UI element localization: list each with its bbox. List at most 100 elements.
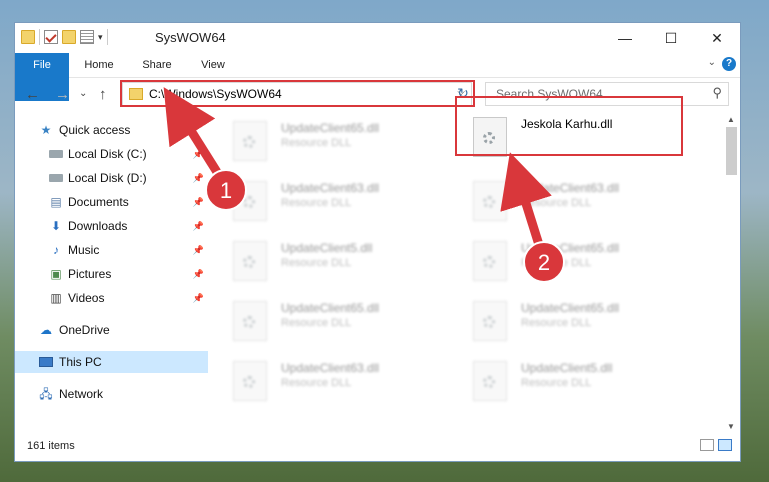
file-name: UpdateClient63.dll [281, 361, 380, 375]
sidebar-item-local-disk-d[interactable]: Local Disk (D:) 📌 [15, 167, 208, 189]
vertical-scrollbar[interactable]: ▲ ▼ [723, 113, 740, 433]
pin-icon[interactable]: 📌 [193, 167, 204, 189]
cloud-icon: ☁ [40, 323, 52, 337]
dll-file-icon [233, 361, 267, 401]
navigation-pane: ★ Quick access Local Disk (C:) 📌 Local D… [15, 113, 208, 433]
scroll-up-arrow-icon[interactable]: ▲ [727, 115, 735, 124]
file-type: Resource DLL [281, 377, 352, 389]
pin-icon[interactable]: 📌 [193, 287, 204, 309]
expand-ribbon-chevron-icon[interactable]: ⌄ [708, 57, 716, 68]
file-name: UpdateClient63.dll [521, 181, 620, 195]
sidebar-item-videos[interactable]: ▥ Videos 📌 [15, 287, 208, 309]
sidebar-item-local-disk-c[interactable]: Local Disk (C:) 📌 [15, 143, 208, 165]
dll-file-icon [473, 241, 507, 281]
minimize-button[interactable]: — [602, 23, 648, 53]
sidebar-item-label: Pictures [68, 267, 112, 281]
dll-file-icon [473, 181, 507, 221]
sidebar-item-network[interactable]: 🖧 Network [15, 383, 208, 405]
customize-toolbar-arrow-icon[interactable]: ▾ [98, 32, 103, 43]
close-button[interactable]: ✕ [694, 23, 740, 53]
sidebar-item-music[interactable]: ♪ Music 📌 [15, 239, 208, 261]
item-count: 161 items [27, 440, 75, 452]
tab-home[interactable]: Home [77, 53, 121, 77]
list-item[interactable]: UpdateClient65.dll Resource DLL [233, 299, 453, 347]
properties-icon[interactable] [80, 30, 94, 44]
file-type: Resource DLL [281, 257, 352, 269]
documents-icon: ▤ [50, 195, 62, 209]
sidebar-item-label: This PC [59, 355, 102, 369]
list-item[interactable]: UpdateClient65.dll Resource DLL [473, 239, 693, 287]
sidebar-item-documents[interactable]: ▤ Documents 📌 [15, 191, 208, 213]
list-item[interactable]: UpdateClient5.dll Resource DLL [233, 239, 453, 287]
target-file-highlight-box [455, 96, 683, 156]
search-icon[interactable]: ⚲ [712, 85, 722, 101]
sidebar-item-this-pc[interactable]: This PC [15, 351, 208, 373]
scrollbar-thumb[interactable] [726, 127, 737, 175]
file-type: Resource DLL [521, 377, 592, 389]
explorer-window: ▾ SysWOW64 — ☐ ✕ File Home Share View ⌄ … [14, 22, 741, 462]
new-folder-icon[interactable] [62, 30, 76, 44]
list-item[interactable]: UpdateClient5.dll Resource DLL [473, 359, 693, 407]
address-highlight-box [120, 80, 475, 107]
file-name: UpdateClient5.dll [521, 361, 613, 375]
sidebar-item-label: OneDrive [59, 323, 110, 337]
dll-file-icon [233, 121, 267, 161]
file-type: Resource DLL [521, 317, 592, 329]
list-item[interactable]: UpdateClient63.dll Resource DLL [473, 179, 693, 227]
back-button[interactable]: ← [25, 86, 40, 103]
computer-icon [39, 357, 53, 367]
file-name: UpdateClient65.dll [281, 301, 380, 315]
tab-share[interactable]: Share [133, 53, 181, 77]
file-name: UpdateClient65.dll [521, 301, 620, 315]
sidebar-item-pictures[interactable]: ▣ Pictures 📌 [15, 263, 208, 285]
pin-icon[interactable]: 📌 [193, 263, 204, 285]
maximize-button[interactable]: ☐ [648, 23, 694, 53]
large-icons-view-icon[interactable] [718, 439, 732, 451]
properties-check-icon[interactable] [44, 30, 58, 44]
disk-icon [49, 174, 63, 182]
file-type: Resource DLL [281, 197, 352, 209]
folder-icon[interactable] [21, 30, 35, 44]
file-type: Resource DLL [521, 197, 592, 209]
scroll-down-arrow-icon[interactable]: ▼ [727, 422, 735, 431]
sidebar-item-label: Music [68, 243, 100, 257]
tab-view[interactable]: View [193, 53, 233, 77]
file-type: Resource DLL [281, 137, 352, 149]
list-item[interactable]: UpdateClient65.dll Resource DLL [473, 299, 693, 347]
list-item[interactable]: UpdateClient63.dll Resource DLL [233, 179, 453, 227]
file-name: UpdateClient65.dll [281, 121, 380, 135]
dll-file-icon [473, 361, 507, 401]
pin-icon[interactable]: 📌 [193, 191, 204, 213]
videos-icon: ▥ [50, 291, 62, 305]
sidebar-item-label: Videos [68, 291, 105, 305]
toolbar-divider [39, 29, 40, 45]
forward-button[interactable]: → [55, 86, 70, 103]
pin-icon[interactable]: 📌 [193, 143, 204, 165]
dll-file-icon [233, 301, 267, 341]
sidebar-item-label: Local Disk (C:) [68, 147, 147, 161]
quick-access-toolbar: ▾ [21, 29, 108, 45]
list-item[interactable]: UpdateClient65.dll Resource DLL [233, 119, 453, 167]
list-item[interactable]: UpdateClient63.dll Resource DLL [233, 359, 453, 407]
file-type: Resource DLL [521, 257, 592, 269]
help-icon[interactable]: ? [722, 57, 736, 71]
pin-icon[interactable]: 📌 [193, 215, 204, 237]
pictures-icon: ▣ [50, 267, 62, 281]
download-icon: ⬇ [50, 219, 62, 233]
sidebar-item-label: Documents [68, 195, 129, 209]
recent-locations-icon[interactable]: ⌄ [79, 88, 87, 99]
dll-file-icon [473, 301, 507, 341]
sidebar-item-quick-access[interactable]: ★ Quick access [15, 119, 208, 141]
up-button[interactable]: ↑ [99, 86, 107, 103]
sidebar-item-downloads[interactable]: ⬇ Downloads 📌 [15, 215, 208, 237]
toolbar-divider [106, 29, 108, 45]
sidebar-item-label: Quick access [59, 123, 131, 137]
file-type: Resource DLL [281, 317, 352, 329]
pin-icon[interactable]: 📌 [193, 239, 204, 261]
file-name: UpdateClient65.dll [521, 241, 620, 255]
details-view-icon[interactable] [700, 439, 714, 451]
file-name: UpdateClient5.dll [281, 241, 373, 255]
sidebar-item-onedrive[interactable]: ☁ OneDrive [15, 319, 208, 341]
title-bar: ▾ SysWOW64 — ☐ ✕ [15, 23, 740, 53]
sidebar-item-label: Downloads [68, 219, 128, 233]
